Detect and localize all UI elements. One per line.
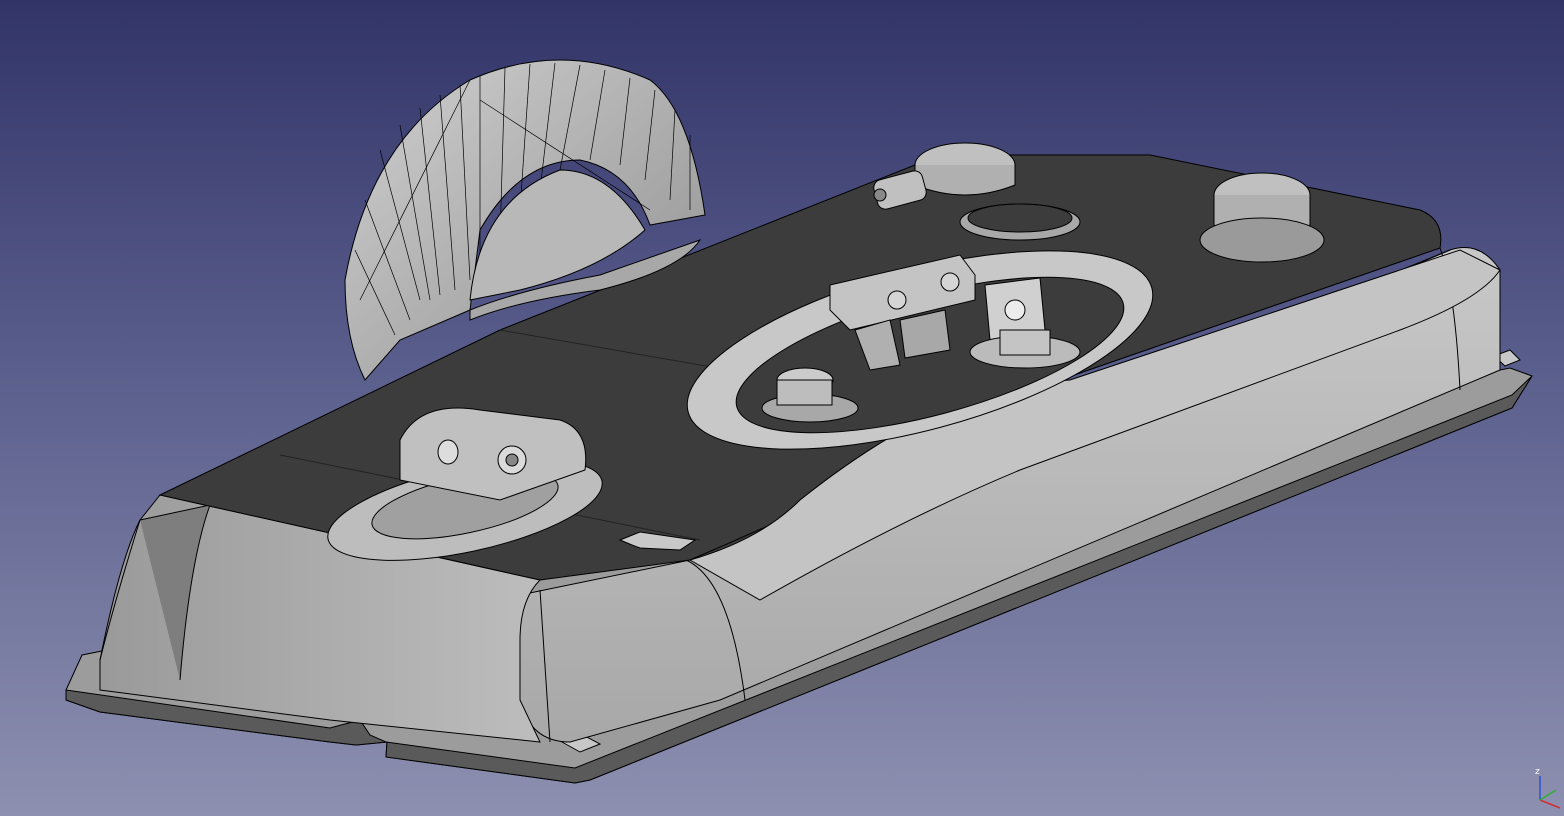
x-axis xyxy=(1539,799,1561,809)
z-axis-label: z xyxy=(1535,767,1540,777)
axis-indicator xyxy=(1539,776,1561,809)
3d-viewport[interactable]: z xyxy=(0,0,1564,816)
y-axis xyxy=(1539,789,1557,801)
motor-right xyxy=(1199,172,1325,263)
mid-mount xyxy=(959,203,1081,241)
cad-model-scene[interactable] xyxy=(0,0,1564,816)
